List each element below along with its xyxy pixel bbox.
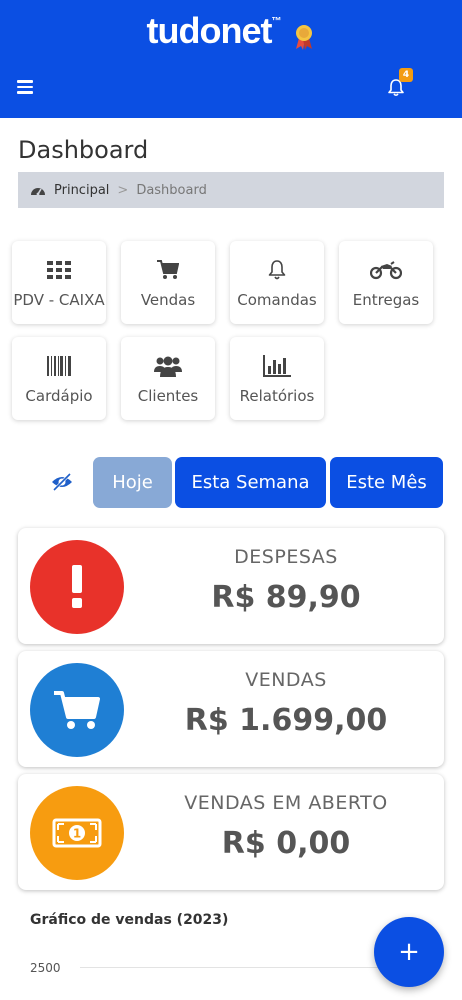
medal-icon: [293, 17, 315, 51]
svg-text:1: 1: [73, 827, 81, 841]
breadcrumb-home-label: Principal: [54, 182, 110, 198]
app-header: tudonet™ 4: [0, 0, 462, 118]
breadcrumb: Principal > Dashboard: [18, 172, 444, 208]
logo-trademark: ™: [271, 16, 281, 27]
stat-label: DESPESAS: [234, 546, 338, 568]
shortcut-label: Relatórios: [239, 387, 315, 405]
cart-icon: [30, 663, 124, 757]
shortcut-pdv-caixa[interactable]: PDV - CAIXA: [12, 241, 106, 324]
grid-icon: [12, 259, 106, 281]
shortcut-label: Comandas: [237, 291, 317, 309]
app-logo: tudonet™: [0, 10, 462, 52]
stat-label: VENDAS EM ABERTO: [184, 792, 388, 814]
shortcut-label: PDV - CAIXA: [13, 291, 105, 309]
chart-y-tick-label: 2500: [30, 961, 61, 975]
shortcut-label: Vendas: [140, 291, 196, 309]
stat-label: VENDAS: [245, 669, 327, 691]
shortcut-label: Entregas: [352, 291, 420, 309]
notification-count-badge: 4: [399, 68, 413, 82]
users-icon: [121, 355, 215, 377]
shortcut-label: Clientes: [137, 387, 199, 405]
chart-title: Gráfico de vendas (2023): [30, 912, 229, 928]
shortcut-label: Cardápio: [25, 387, 93, 405]
shortcut-cardapio[interactable]: Cardápio: [12, 337, 106, 420]
cart-icon: [121, 259, 215, 281]
stat-card-despesas: DESPESAS R$ 89,90: [18, 528, 444, 644]
dashboard-gauge-icon: [31, 188, 45, 196]
money-icon: 1: [30, 786, 124, 880]
menu-toggle-icon[interactable]: [17, 80, 33, 94]
shortcut-entregas[interactable]: Entregas: [339, 241, 433, 324]
filter-month-button[interactable]: Este Mês: [330, 457, 443, 508]
stat-card-vendas-em-aberto: 1 VENDAS EM ABERTO R$ 0,00: [18, 774, 444, 890]
exclamation-icon: [30, 540, 124, 634]
stat-card-vendas: VENDAS R$ 1.699,00: [18, 651, 444, 767]
shortcut-comandas[interactable]: Comandas: [230, 241, 324, 324]
breadcrumb-separator: >: [117, 182, 129, 198]
logo-text: tudonet: [146, 10, 273, 51]
stat-value: R$ 1.699,00: [184, 703, 388, 738]
add-fab-button[interactable]: +: [374, 917, 444, 987]
shortcut-clientes[interactable]: Clientes: [121, 337, 215, 420]
toggle-visibility-eye-icon[interactable]: [50, 472, 74, 492]
motorcycle-icon: [339, 259, 433, 281]
stat-value: R$ 0,00: [221, 826, 351, 861]
shortcut-vendas[interactable]: Vendas: [121, 241, 215, 324]
chart-gridline: [80, 967, 380, 968]
stat-value: R$ 89,90: [211, 580, 361, 615]
breadcrumb-home-link[interactable]: Principal: [30, 183, 109, 198]
page-title: Dashboard: [18, 136, 149, 164]
filter-today-button[interactable]: Hoje: [93, 457, 172, 508]
bell-icon: [230, 259, 324, 281]
shortcut-relatorios[interactable]: Relatórios: [230, 337, 324, 420]
bar-chart-icon: [230, 355, 324, 377]
breadcrumb-current: Dashboard: [136, 182, 207, 198]
filter-week-button[interactable]: Esta Semana: [175, 457, 326, 508]
barcode-icon: [12, 355, 106, 377]
